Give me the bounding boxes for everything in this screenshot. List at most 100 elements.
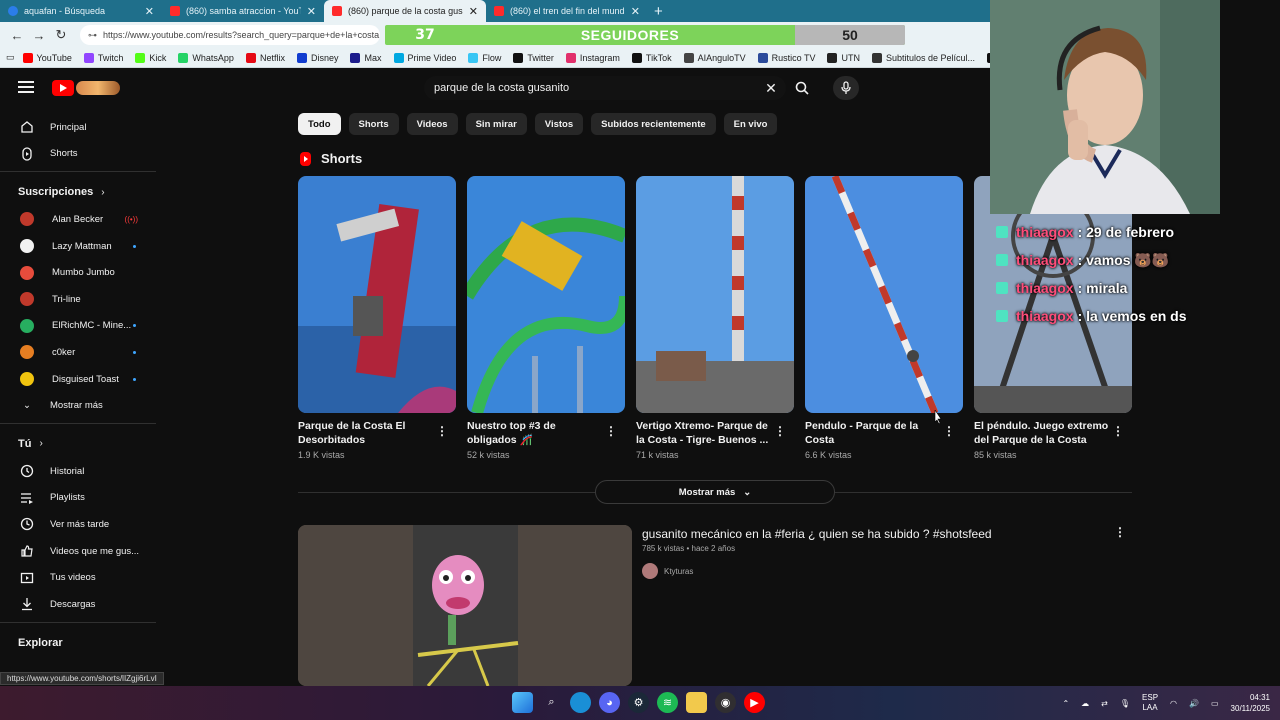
youtube-app-icon[interactable]: ▶: [744, 692, 765, 713]
close-icon[interactable]: ✕: [631, 5, 640, 18]
filter-chip[interactable]: En vivo: [723, 113, 778, 135]
short-title[interactable]: El péndulo. Juego extremo del Parque de …: [974, 419, 1110, 447]
volume-icon[interactable]: 🔊: [1189, 699, 1199, 708]
bookmark-item[interactable]: Rustico TV: [757, 52, 815, 63]
sidebar-subscription-item[interactable]: c0ker: [0, 339, 156, 366]
sidebar-subscription-item[interactable]: Disguised Toast: [0, 366, 156, 393]
short-title[interactable]: Nuestro top #3 de obligados 🎢: [467, 419, 603, 447]
short-thumbnail[interactable]: [805, 176, 963, 413]
sidebar-item-download[interactable]: Descargas: [0, 591, 156, 618]
bookmark-item[interactable]: Twitter: [513, 52, 554, 63]
short-card[interactable]: Parque de la Costa El Desorbitados 1.9 K …: [298, 176, 456, 460]
windows-start-icon[interactable]: [512, 692, 533, 713]
close-icon[interactable]: ✕: [307, 5, 316, 18]
obs-icon[interactable]: ◉: [715, 692, 736, 713]
short-card[interactable]: Nuestro top #3 de obligados 🎢 52 k vistas…: [467, 176, 625, 460]
sidebar-item-history[interactable]: Historial: [0, 458, 156, 485]
browser-tab-4[interactable]: (860) el tren del fin del mundo - ✕: [486, 0, 648, 22]
youtube-logo[interactable]: [52, 78, 120, 98]
sidebar-item-thumbs-up[interactable]: Videos que me gus...: [0, 538, 156, 565]
you-heading[interactable]: Tú ›: [0, 430, 156, 458]
filter-chip[interactable]: Sin mirar: [465, 113, 527, 135]
spotify-icon[interactable]: ≋: [657, 692, 678, 713]
clear-search-icon[interactable]: ✕: [756, 80, 786, 97]
show-more-subscriptions[interactable]: ⌄ Mostrar más: [0, 392, 156, 419]
short-thumbnail[interactable]: [636, 176, 794, 413]
apps-icon[interactable]: ▭: [6, 52, 15, 63]
back-icon[interactable]: ←: [6, 28, 28, 43]
browser-tab-1[interactable]: aquafan - Búsqueda ✕: [0, 0, 162, 22]
browser-tab-2[interactable]: (860) samba atraccion - YouTube ✕: [162, 0, 324, 22]
bookmark-item[interactable]: Twitch: [83, 52, 123, 63]
more-options-icon[interactable]: ⋮: [943, 424, 955, 438]
onedrive-icon[interactable]: ☁: [1081, 699, 1089, 708]
filter-chip[interactable]: Todo: [298, 113, 341, 135]
language-indicator[interactable]: ESP LAA: [1142, 693, 1158, 713]
steam-icon[interactable]: ⚙: [628, 692, 649, 713]
forward-icon[interactable]: →: [28, 28, 50, 43]
browser-tab-3[interactable]: (860) parque de la costa gusanito ✕: [324, 0, 486, 22]
battery-icon[interactable]: ▭: [1211, 699, 1219, 708]
discord-icon[interactable]: ◕: [599, 692, 620, 713]
sidebar-item-clock[interactable]: Ver más tarde: [0, 511, 156, 538]
search-icon[interactable]: ⌕: [541, 692, 562, 713]
search-input[interactable]: parque de la costa gusanito ✕: [424, 76, 786, 100]
bookmark-item[interactable]: Disney: [296, 52, 338, 63]
bookmark-item[interactable]: AIAnguloTV: [683, 52, 746, 63]
filter-chip[interactable]: Videos: [406, 113, 458, 135]
video-channel[interactable]: Ktyturas: [642, 563, 693, 579]
new-tab-button[interactable]: +: [654, 3, 663, 20]
chevron-up-icon[interactable]: ⌃: [1062, 699, 1069, 708]
video-title[interactable]: gusanito mecánico en la #feria ¿ quien s…: [642, 527, 992, 541]
filter-chip[interactable]: Shorts: [348, 113, 399, 135]
short-title[interactable]: Vertigo Xtremo- Parque de la Costa - Tig…: [636, 419, 772, 447]
bookmark-item[interactable]: Max: [350, 52, 382, 63]
short-thumbnail[interactable]: [298, 176, 456, 413]
more-options-icon[interactable]: ⋮: [774, 424, 786, 438]
more-options-icon[interactable]: ⋮: [436, 424, 448, 438]
sidebar-item-video[interactable]: Tus videos: [0, 564, 156, 591]
search-button[interactable]: [786, 76, 818, 100]
more-options-icon[interactable]: ⋮: [1114, 525, 1126, 539]
filter-chip[interactable]: Subidos recientemente: [591, 113, 716, 135]
bookmark-item[interactable]: WhatsApp: [178, 52, 234, 63]
video-thumbnail[interactable]: [298, 525, 632, 686]
short-title[interactable]: Pendulo - Parque de la Costa: [805, 419, 941, 447]
more-options-icon[interactable]: ⋮: [1112, 424, 1124, 438]
sidebar-subscription-item[interactable]: Tri-line: [0, 286, 156, 313]
address-bar[interactable]: ⊶ https://www.youtube.com/results?search_…: [80, 25, 380, 45]
short-card[interactable]: Vertigo Xtremo- Parque de la Costa - Tig…: [636, 176, 794, 460]
bookmark-item[interactable]: YouTube: [22, 52, 72, 63]
voice-search-button[interactable]: [833, 76, 859, 100]
filter-chip[interactable]: Vistos: [534, 113, 584, 135]
close-icon[interactable]: ✕: [469, 5, 478, 18]
sidebar-item-shorts[interactable]: Shorts: [0, 141, 156, 168]
menu-icon[interactable]: [18, 81, 34, 93]
sidebar-subscription-item[interactable]: Mumbo Jumbo: [0, 259, 156, 286]
bookmark-item[interactable]: Subtitulos de Películ...: [871, 52, 975, 63]
short-title[interactable]: Parque de la Costa El Desorbitados: [298, 419, 434, 447]
reload-icon[interactable]: ↻: [50, 27, 72, 43]
sidebar-subscription-item[interactable]: Alan Becker ((•)): [0, 206, 156, 233]
bookmark-item[interactable]: Netflix: [245, 52, 285, 63]
edge-icon[interactable]: [570, 692, 591, 713]
sidebar-item-playlist[interactable]: Playlists: [0, 485, 156, 512]
show-more-button[interactable]: Mostrar más ⌄: [595, 480, 835, 504]
sidebar-subscription-item[interactable]: ElRichMC - Mine...: [0, 313, 156, 340]
short-thumbnail[interactable]: [467, 176, 625, 413]
close-icon[interactable]: ✕: [145, 5, 154, 18]
bookmark-item[interactable]: UTN: [827, 52, 860, 63]
bookmark-item[interactable]: Prime Video: [393, 52, 456, 63]
clock[interactable]: 04:31 30/11/2025: [1231, 692, 1270, 714]
site-info-icon[interactable]: ⊶: [88, 30, 97, 41]
microphone-icon[interactable]: 🎙: [1120, 699, 1130, 708]
network-app-icon[interactable]: ⇄: [1101, 699, 1108, 708]
sidebar-subscription-item[interactable]: Lazy Mattman: [0, 233, 156, 260]
more-options-icon[interactable]: ⋮: [605, 424, 617, 438]
subscriptions-heading[interactable]: Suscripciones ›: [0, 178, 156, 206]
bookmark-item[interactable]: Instagram: [565, 52, 620, 63]
bookmark-item[interactable]: TikTok: [631, 52, 672, 63]
wifi-icon[interactable]: ◠: [1170, 699, 1177, 708]
sidebar-item-principal[interactable]: Principal: [0, 114, 156, 141]
bookmark-item[interactable]: Kick: [135, 52, 166, 63]
